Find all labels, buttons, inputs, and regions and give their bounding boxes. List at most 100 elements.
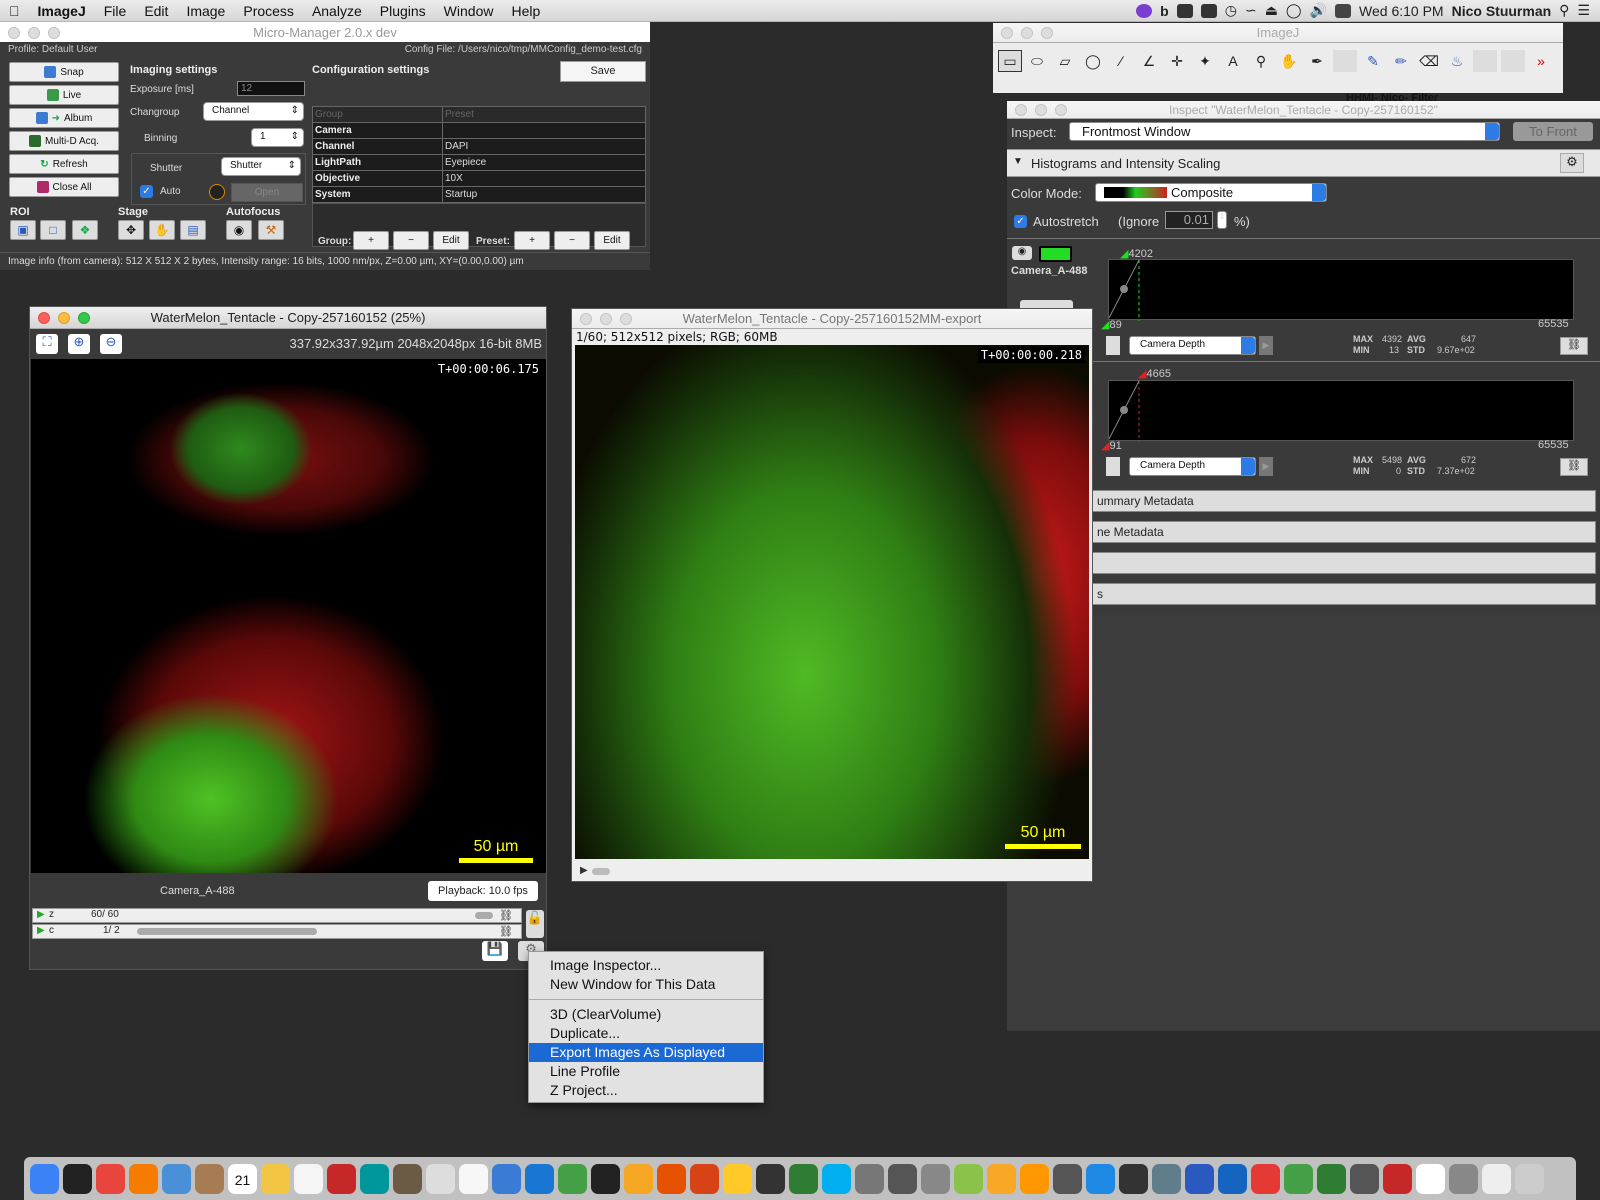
app-icon[interactable] [1152,1163,1181,1194]
notification-icon[interactable]: ◯ [1286,2,1302,19]
b-icon[interactable]: b [1160,3,1169,19]
preset-cell[interactable]: DAPI [442,138,646,155]
gimp-icon[interactable] [393,1163,422,1194]
menu-item-3d-clearvolume[interactable]: 3D (ClearVolume) [529,1005,763,1024]
app-icon[interactable] [1350,1163,1379,1194]
zoom-icon[interactable] [620,313,632,325]
app-icon[interactable] [1119,1163,1148,1194]
minimize-icon[interactable] [1035,104,1047,116]
column-header-group[interactable]: Group [312,106,443,123]
roi-set-icon[interactable]: □ [40,220,66,240]
viewer1-titlebar[interactable]: WaterMelon_Tentacle - Copy-257160152 (25… [30,307,546,329]
channel1-link-icon[interactable]: ⛓ [1560,337,1588,355]
eye-icon[interactable]: ◉ [1012,246,1032,260]
app-icon[interactable] [888,1163,917,1194]
close-all-button[interactable]: Close All [9,177,119,197]
calendar-icon[interactable]: 21 [228,1163,257,1194]
exposure-input[interactable]: 12 [237,81,305,96]
c-link-icon[interactable]: ⛓ [499,925,513,938]
menu-analyze[interactable]: Analyze [303,3,371,19]
zoom-out-icon[interactable]: ⊖ [100,334,122,354]
fill-tool-icon[interactable]: ♨ [1445,50,1469,72]
group-edit-button[interactable]: Edit [433,231,469,250]
menu-item-z-project[interactable]: Z Project... [529,1081,763,1100]
close-icon[interactable] [580,313,592,325]
z-link-icon[interactable]: ⛓ [499,909,513,922]
preset-cell[interactable] [442,122,646,139]
auto-checkbox[interactable]: ✓ [140,185,153,198]
mda-button[interactable]: Multi-D Acq. [9,131,119,151]
ignore-stepper[interactable]: ⇕ [1217,211,1227,229]
inspect-select[interactable]: Frontmost Window [1069,122,1500,141]
group-remove-button[interactable]: − [393,231,429,250]
lock-icon[interactable]: 🔓 [526,910,544,938]
c-scroller[interactable]: ▶ c 1/ 2 ⛓ [32,924,522,939]
launchpad-icon[interactable] [63,1163,92,1194]
line-tool-icon[interactable]: ∕ [1109,50,1133,72]
contacts-icon[interactable] [195,1163,224,1194]
files-icon[interactable] [1482,1163,1511,1194]
minimize-icon[interactable] [1021,27,1033,39]
thunderbird-icon[interactable] [162,1163,191,1194]
app-icon[interactable] [723,1163,752,1194]
menu-app-name[interactable]: ImageJ [29,3,95,19]
snap-button[interactable]: Snap [9,62,119,82]
rectangle-tool-icon[interactable]: ▭ [998,50,1022,72]
markdown-icon[interactable] [492,1163,521,1194]
histograms-section-header[interactable]: ▼ Histograms and Intensity Scaling ⚙ [1007,149,1600,177]
table-row[interactable]: Objective 10X [312,170,646,187]
c-scroll-thumb[interactable] [137,928,317,935]
live-button[interactable]: Live [9,85,119,105]
menu-plugins[interactable]: Plugins [371,3,435,19]
refresh-button[interactable]: ↻ Refresh [9,154,119,174]
stage-hand-icon[interactable]: ✋ [149,220,175,240]
channel2-prev-icon[interactable]: ◀ [1106,457,1120,476]
menu-help[interactable]: Help [502,3,549,19]
drive-icon[interactable] [1200,3,1217,18]
stage-move-icon[interactable]: ✥ [118,220,144,240]
channel1-histogram[interactable] [1108,259,1574,321]
preset-cell[interactable]: Eyepiece [442,154,646,171]
android-icon[interactable] [954,1163,983,1194]
ignore-percent-input[interactable]: 0.01 [1165,211,1213,229]
blank-tool-icon[interactable] [1473,50,1497,72]
menu-file[interactable]: File [95,3,136,19]
app-icon[interactable] [1251,1163,1280,1194]
menu-item-line-profile[interactable]: Line Profile [529,1062,763,1081]
binoculars-icon[interactable]: ◉ [226,220,252,240]
preset-remove-button[interactable]: − [554,231,590,250]
oval-tool-icon[interactable]: ⬭ [1025,50,1049,72]
menu-window[interactable]: Window [435,3,503,19]
table-row[interactable]: Channel DAPI [312,138,646,155]
zoom-icon[interactable] [78,312,90,324]
roi-full-icon[interactable]: ▣ [10,220,36,240]
collapsed-section[interactable]: s [1090,583,1596,605]
zoom-in-icon[interactable]: ⊕ [68,334,90,354]
channel1-prev-icon[interactable]: ◀ [1106,336,1120,355]
app-icon[interactable] [1086,1163,1115,1194]
gear-icon[interactable]: ⚙ [1560,153,1584,173]
imagej-titlebar[interactable]: ImageJ [993,23,1563,43]
dropbox-icon[interactable] [1176,3,1193,18]
channel1-gamma-handle[interactable] [1120,285,1128,293]
preset-edit-button[interactable]: Edit [594,231,630,250]
autofocus-settings-icon[interactable]: ⚒ [258,220,284,240]
tor-icon[interactable] [1136,3,1153,18]
blank-tool-icon[interactable] [1333,50,1357,72]
channel1-depth-select[interactable]: Camera Depth [1129,336,1256,355]
channel2-link-icon[interactable]: ⛓ [1560,458,1588,476]
zoom-icon[interactable] [48,27,60,39]
summary-metadata-section[interactable]: ummary Metadata [1090,490,1596,512]
pencil-tool-icon[interactable]: ✎ [1361,50,1385,72]
numbers-icon[interactable] [558,1163,587,1194]
magnifier-tool-icon[interactable]: ⚲ [1249,50,1273,72]
mm-titlebar[interactable]: Micro-Manager 2.0.x dev [0,22,650,42]
micromanager-icon[interactable] [1020,1163,1049,1194]
apple-menu-icon[interactable]:  [0,3,29,19]
app-icon[interactable] [921,1163,950,1194]
wand-tool-icon[interactable]: ✦ [1193,50,1217,72]
freehand-tool-icon[interactable]: ◯ [1081,50,1105,72]
close-icon[interactable] [1001,27,1013,39]
fullscreen-icon[interactable]: ⛶ [36,334,58,354]
preset-cell[interactable]: Startup [442,186,646,203]
